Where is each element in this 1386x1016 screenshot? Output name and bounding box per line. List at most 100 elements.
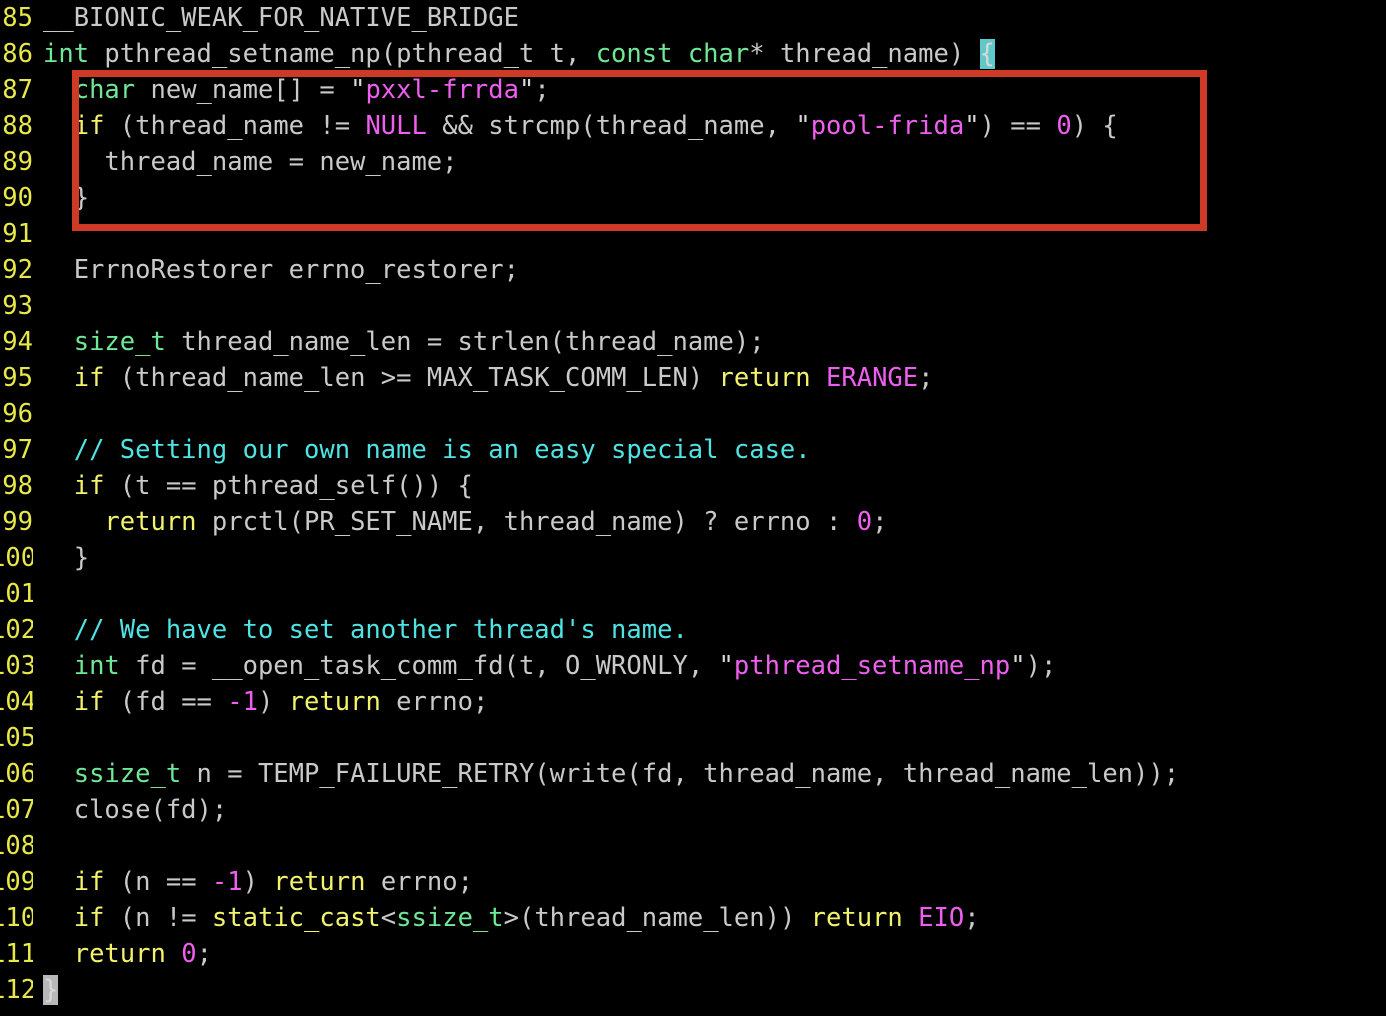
line-number: 95 <box>2 363 33 393</box>
code-token: ) == <box>979 111 1057 141</box>
code-line[interactable]: 107 close(fd); <box>0 792 1386 828</box>
line-number: 97 <box>2 435 33 465</box>
code-token: pthread_setname_np(pthread_t t, <box>89 39 596 69</box>
code-line[interactable]: 93 <box>0 288 1386 324</box>
code-line-text[interactable]: thread_name = new_name; <box>43 144 458 180</box>
line-number: 102 <box>0 615 33 645</box>
code-line[interactable]: 104 if (fd == -1) return errno; <box>0 684 1386 720</box>
line-number: 93 <box>2 291 33 321</box>
code-token: ) { <box>1071 111 1118 141</box>
code-token: return <box>810 903 903 933</box>
code-line[interactable]: 102 // We have to set another thread's n… <box>0 612 1386 648</box>
code-line-text[interactable]: return prctl(PR_SET_NAME, thread_name) ?… <box>43 504 887 540</box>
code-line[interactable]: 86 int pthread_setname_np(pthread_t t, co… <box>0 36 1386 72</box>
code-line[interactable]: 111 return 0; <box>0 936 1386 972</box>
code-token: ErrnoRestorer errno_restorer; <box>43 255 519 285</box>
code-token: NULL <box>365 111 427 141</box>
line-number: 87 <box>2 75 33 105</box>
code-line-text[interactable]: if (fd == -1) return errno; <box>43 684 489 720</box>
editor-cursor: { <box>979 39 995 69</box>
code-token: 0 <box>856 507 873 537</box>
code-token: (thread_name_len >= MAX_TASK_COMM_LEN) <box>104 363 719 393</box>
code-line-text[interactable]: } <box>43 972 59 1008</box>
code-line[interactable]: 108 <box>0 828 1386 864</box>
line-number: 92 <box>2 255 33 285</box>
line-number: 101 <box>0 579 33 609</box>
line-number: 88 <box>2 111 33 141</box>
code-token: fd = __open_task_comm_fd(t, O_WRONLY, <box>119 651 719 681</box>
code-token: thread_name = new_name; <box>43 147 458 177</box>
line-number: 111 <box>0 939 33 969</box>
code-token: 0 <box>1056 111 1072 141</box>
code-editor-viewport[interactable]: 85 __BIONIC_WEAK_FOR_NATIVE_BRIDGE 86 int p… <box>0 0 1386 1016</box>
code-line[interactable]: 105 <box>0 720 1386 756</box>
code-line-text[interactable]: size_t thread_name_len = strlen(thread_n… <box>43 324 765 360</box>
code-line[interactable]: 90 } <box>0 180 1386 216</box>
code-line[interactable]: 87 char new_name[] = "pxxl-frrda"; <box>0 72 1386 108</box>
code-line[interactable]: 112} <box>0 972 1386 1008</box>
code-line-list[interactable]: 85 __BIONIC_WEAK_FOR_NATIVE_BRIDGE 86 int p… <box>0 0 1386 1008</box>
code-token: ; <box>196 939 212 969</box>
code-line-text[interactable]: __BIONIC_WEAK_FOR_NATIVE_BRIDGE <box>43 0 519 36</box>
code-token: if <box>73 111 105 141</box>
code-line[interactable]: 97 // Setting our own name is an easy sp… <box>0 432 1386 468</box>
code-token: if <box>73 903 105 933</box>
code-line[interactable]: 110 if (n != static_cast<ssize_t>(thread… <box>0 900 1386 936</box>
code-line[interactable]: 103 int fd = __open_task_comm_fd(t, O_WR… <box>0 648 1386 684</box>
code-token: pool-frida <box>810 111 965 141</box>
code-line-text[interactable]: // We have to set another thread's name. <box>43 612 688 648</box>
line-number: 85 <box>2 3 33 33</box>
code-token: ; <box>872 507 888 537</box>
code-line-text[interactable]: } <box>43 540 89 576</box>
code-line-text[interactable]: if (n == -1) return errno; <box>43 864 473 900</box>
code-line[interactable]: 89 thread_name = new_name; <box>0 144 1386 180</box>
code-token: " <box>795 111 811 141</box>
line-number: 110 <box>0 903 33 933</box>
code-line[interactable]: 106 ssize_t n = TEMP_FAILURE_RETRY(write… <box>0 756 1386 792</box>
code-line-text[interactable]: } <box>43 180 89 216</box>
code-line[interactable]: 101 <box>0 576 1386 612</box>
code-line[interactable]: 91 <box>0 216 1386 252</box>
code-line-text[interactable]: int pthread_setname_np(pthread_t t, cons… <box>43 36 995 72</box>
line-number: 100 <box>0 543 33 573</box>
code-line[interactable]: 109 if (n == -1) return errno; <box>0 864 1386 900</box>
code-line-text[interactable]: if (t == pthread_self()) { <box>43 468 473 504</box>
line-number: 106 <box>0 759 33 789</box>
code-token: if <box>73 471 105 501</box>
code-line[interactable]: 99 return prctl(PR_SET_NAME, thread_name… <box>0 504 1386 540</box>
code-line[interactable]: 100 } <box>0 540 1386 576</box>
line-number: 107 <box>0 795 33 825</box>
code-line[interactable]: 94 size_t thread_name_len = strlen(threa… <box>0 324 1386 360</box>
code-token: ERANGE <box>826 363 919 393</box>
code-line[interactable]: 96 <box>0 396 1386 432</box>
code-line[interactable]: 98 if (t == pthread_self()) { <box>0 468 1386 504</box>
code-line-text[interactable]: if (thread_name_len >= MAX_TASK_COMM_LEN… <box>43 360 934 396</box>
code-token: __BIONIC_WEAK_FOR_NATIVE_BRIDGE <box>43 3 519 33</box>
code-line[interactable]: 85 __BIONIC_WEAK_FOR_NATIVE_BRIDGE <box>0 0 1386 36</box>
code-token: int <box>43 39 90 69</box>
code-line-text[interactable]: return 0; <box>43 936 212 972</box>
code-token: // Setting our own name is an easy speci… <box>73 435 811 465</box>
code-line[interactable]: 92 ErrnoRestorer errno_restorer; <box>0 252 1386 288</box>
code-line-text[interactable]: close(fd); <box>43 792 228 828</box>
code-token: ; <box>918 363 934 393</box>
code-line-text[interactable]: // Setting our own name is an easy speci… <box>43 432 811 468</box>
code-line-text[interactable]: ssize_t n = TEMP_FAILURE_RETRY(write(fd,… <box>43 756 1179 792</box>
line-number: 104 <box>0 687 33 717</box>
code-token: char <box>687 39 750 69</box>
code-line-text[interactable]: if (n != static_cast<ssize_t>(thread_nam… <box>43 900 980 936</box>
line-number: 86 <box>2 39 33 69</box>
code-line[interactable]: 88 if (thread_name != NULL && strcmp(thr… <box>0 108 1386 144</box>
code-line-text[interactable]: int fd = __open_task_comm_fd(t, O_WRONLY… <box>43 648 1057 684</box>
code-token: >(thread_name_len)) <box>503 903 811 933</box>
code-line-text[interactable]: if (thread_name != NULL && strcmp(thread… <box>43 108 1118 144</box>
code-line-text[interactable]: char new_name[] = "pxxl-frrda"; <box>43 72 550 108</box>
line-number: 105 <box>0 723 33 753</box>
code-token: pxxl-frrda <box>365 75 519 105</box>
code-line[interactable]: 95 if (thread_name_len >= MAX_TASK_COMM_… <box>0 360 1386 396</box>
code-line-text[interactable]: ErrnoRestorer errno_restorer; <box>43 252 519 288</box>
